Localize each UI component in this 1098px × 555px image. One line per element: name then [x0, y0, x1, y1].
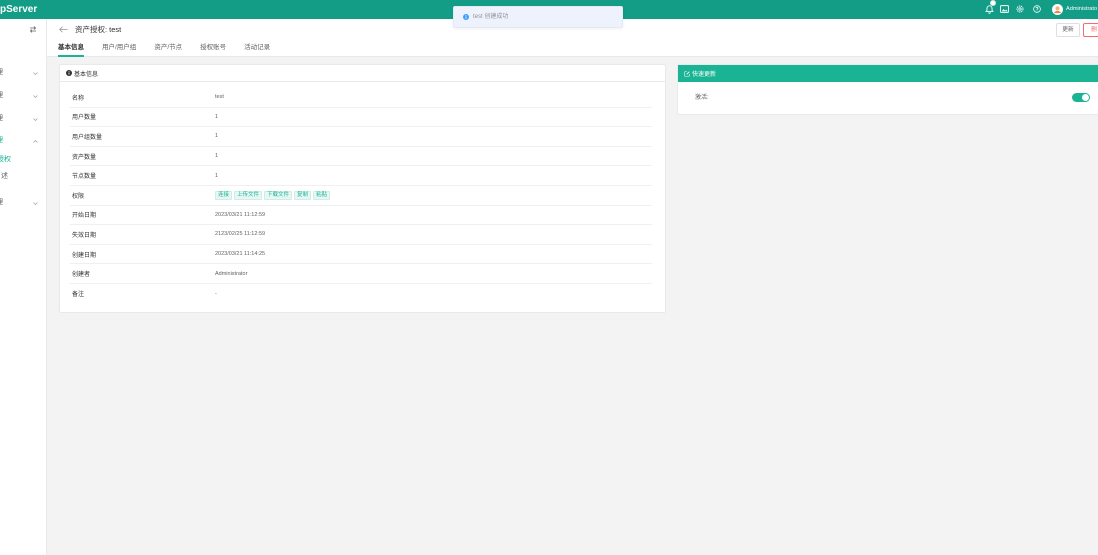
chevron-down-icon — [33, 201, 38, 205]
sidebar-item-2[interactable]: 述 — [0, 171, 46, 183]
detail-list: 名称 test 用户数量 1 用户组数量 1 资产数量 1 节点数量 1 权限 … — [70, 88, 652, 304]
sidebar-group-2[interactable]: 理 — [0, 90, 46, 102]
avatar[interactable] — [1052, 4, 1063, 15]
sidebar-group-5[interactable]: 理 — [0, 197, 46, 209]
detail-label: 用户数量 — [72, 115, 97, 122]
tab-assets[interactable]: 资产/节点 — [154, 43, 182, 53]
back-arrow-icon[interactable] — [59, 26, 68, 33]
toast-text: test 创建成功 — [473, 14, 509, 20]
delete-button[interactable]: 删 — [1083, 23, 1098, 37]
card-title: 基本信息 — [74, 71, 99, 78]
app-logo[interactable]: pServer — [0, 3, 37, 16]
detail-row-permissions: 权限 连接 上传文件 下载文件 复制 粘贴 — [70, 186, 652, 206]
sidebar: 理 理 理 理 授权 述 理 — [0, 19, 47, 555]
chevron-down-icon — [33, 117, 38, 121]
detail-label: 权限 — [72, 193, 85, 200]
card-header: 基本信息 — [60, 65, 665, 82]
info-icon — [463, 14, 469, 20]
chevron-down-icon — [33, 94, 38, 98]
tab-activity[interactable]: 活动记录 — [244, 43, 270, 53]
detail-label: 节点数量 — [72, 174, 97, 181]
sidebar-group-label: 理 — [0, 67, 3, 79]
tab-basic-info[interactable]: 基本信息 — [58, 43, 84, 57]
chevron-down-icon — [33, 71, 38, 75]
sidebar-group-label: 理 — [0, 113, 3, 125]
detail-value: 1 — [215, 172, 219, 179]
permission-tag: 粘贴 — [313, 190, 331, 200]
active-label: 激活: — [695, 95, 709, 101]
detail-row: 资产数量 1 — [70, 147, 652, 167]
update-button[interactable]: 更新 — [1056, 23, 1080, 37]
detail-value: 2023/03/21 11:12:59 — [215, 211, 266, 218]
detail-label: 名称 — [72, 95, 85, 102]
permission-tags: 连接 上传文件 下载文件 复制 粘贴 — [215, 190, 331, 200]
detail-value: 2123/02/25 11:12:59 — [215, 231, 266, 238]
toggle-knob — [1082, 94, 1089, 101]
detail-row: 创建日期 2023/03/21 11:14:25 — [70, 245, 652, 265]
detail-row: 开始日期 2023/03/21 11:12:59 — [70, 206, 652, 226]
notification-badge — [990, 0, 996, 6]
page-title: 资产授权: test — [75, 25, 122, 34]
quick-update-card: 快速更新 激活: — [677, 64, 1098, 115]
detail-value: 1 — [215, 153, 219, 160]
sidebar-item-asset-permission[interactable]: 授权 — [0, 154, 46, 166]
tab-users[interactable]: 用户/用户组 — [102, 43, 136, 53]
detail-label: 资产数量 — [72, 154, 97, 161]
sidebar-group-4[interactable]: 理 — [0, 135, 46, 147]
detail-label: 创建者 — [72, 272, 91, 279]
permission-tag: 上传文件 — [234, 190, 263, 200]
sidebar-group-3[interactable]: 理 — [0, 113, 46, 125]
swap-icon[interactable] — [29, 26, 37, 33]
chevron-up-icon — [33, 139, 38, 143]
sidebar-group-label: 理 — [0, 135, 3, 147]
permission-tag: 下载文件 — [264, 190, 293, 200]
card-header: 快速更新 — [678, 65, 1098, 82]
sidebar-group-label: 理 — [0, 90, 3, 102]
sidebar-group-label: 理 — [0, 197, 3, 209]
detail-label: 开始日期 — [72, 213, 97, 220]
detail-row: 节点数量 1 — [70, 166, 652, 186]
detail-value: test — [215, 94, 224, 101]
detail-row: 创建者 Administrator — [70, 264, 652, 284]
detail-value: - — [215, 290, 217, 297]
tab-bar: 基本信息 用户/用户组 资产/节点 授权账号 活动记录 — [58, 43, 270, 57]
detail-row: 备注 - — [70, 284, 652, 304]
detail-value: 2023/03/21 11:14:25 — [215, 251, 266, 258]
detail-value: 1 — [215, 113, 219, 120]
image-icon[interactable] — [1000, 5, 1009, 13]
active-toggle[interactable] — [1072, 93, 1090, 102]
detail-row: 用户数量 1 — [70, 108, 652, 128]
tab-accounts[interactable]: 授权账号 — [200, 43, 226, 53]
detail-row: 名称 test — [70, 88, 652, 108]
detail-row: 用户组数量 1 — [70, 127, 652, 147]
detail-row: 失效日期 2123/02/25 11:12:59 — [70, 225, 652, 245]
gear-icon[interactable] — [1016, 5, 1024, 13]
detail-value: Administrator — [215, 270, 248, 277]
permission-tag: 复制 — [294, 190, 312, 200]
toast-message: test 创建成功 — [453, 6, 623, 28]
detail-label: 创建日期 — [72, 252, 97, 259]
edit-icon — [684, 70, 690, 77]
detail-label: 失效日期 — [72, 232, 97, 239]
detail-value: 1 — [215, 133, 219, 140]
sidebar-item-label: 授权 — [0, 156, 11, 163]
card-title: 快速更新 — [692, 72, 717, 78]
question-icon[interactable] — [1033, 5, 1041, 13]
sidebar-item-label: 述 — [1, 173, 8, 180]
info-circle-icon — [66, 70, 72, 76]
detail-label: 备注 — [72, 292, 85, 299]
sidebar-group-1[interactable]: 理 — [0, 67, 46, 79]
basic-info-card: 基本信息 名称 test 用户数量 1 用户组数量 1 资产数量 1 节点数量 … — [59, 64, 666, 313]
permission-tag: 连接 — [215, 190, 233, 200]
bell-icon[interactable] — [985, 5, 994, 14]
detail-label: 用户组数量 — [72, 134, 103, 141]
user-name[interactable]: Administrato — [1066, 5, 1098, 14]
